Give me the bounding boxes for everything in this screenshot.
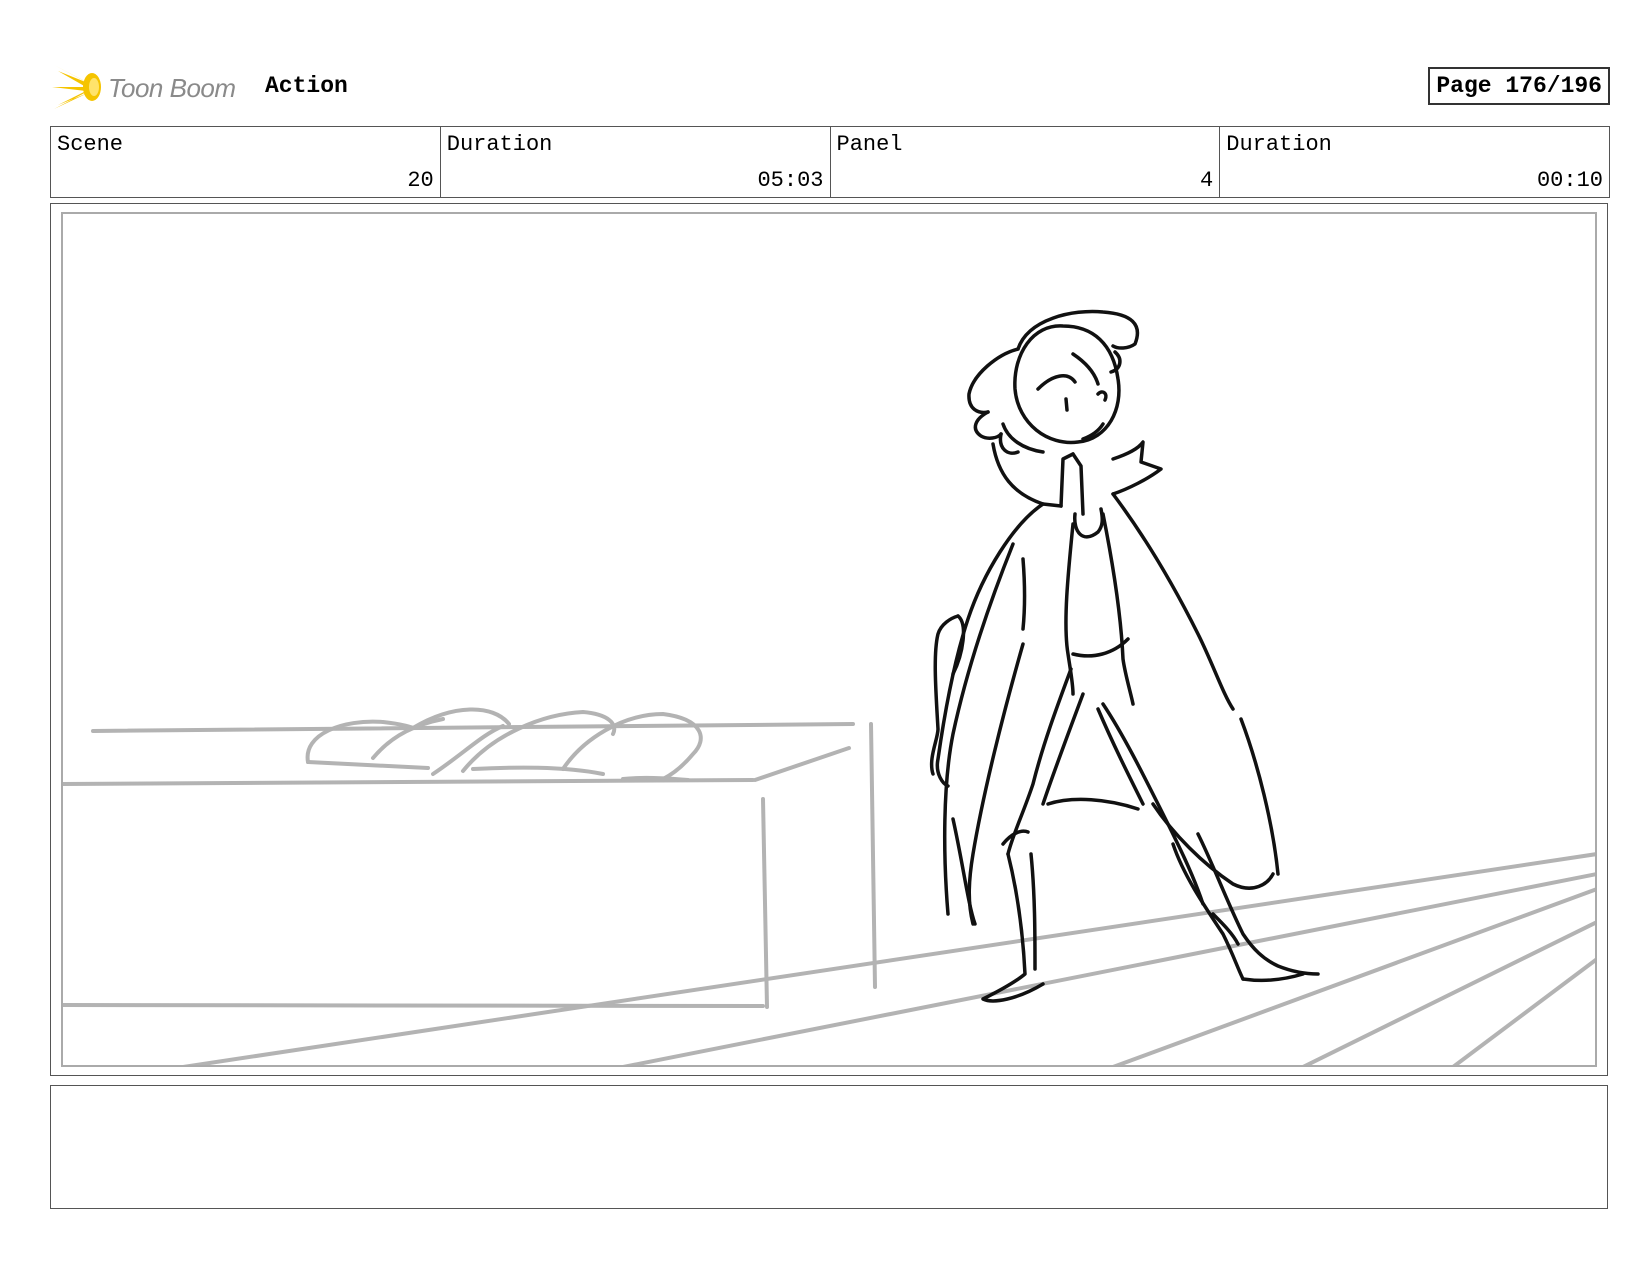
- panel-label: Panel: [836, 132, 903, 157]
- panel-duration-cell: Duration 00:10: [1220, 127, 1609, 197]
- scene-duration-label: Duration: [446, 132, 553, 157]
- scene-value: 20: [407, 168, 434, 193]
- page-title: Action: [265, 73, 348, 99]
- page-number: Page 176/196: [1428, 67, 1610, 105]
- panel-duration-label: Duration: [1226, 132, 1332, 157]
- background-sketch: [63, 707, 1595, 1065]
- scene-cell: Scene 20: [51, 127, 441, 197]
- starburst-icon: [52, 65, 101, 109]
- logo-text: Toon Boom: [108, 73, 236, 103]
- panel-info-table: Scene 20 Duration 05:03 Panel 4 Duration…: [50, 126, 1610, 198]
- panel-image-area: [61, 212, 1597, 1067]
- page-header: Toon Boom Action Page 176/196: [50, 55, 1610, 115]
- scene-label: Scene: [57, 132, 124, 157]
- storyboard-panel: [50, 203, 1608, 1076]
- scene-duration-cell: Duration 05:03: [441, 127, 831, 197]
- panel-notes-box: [50, 1085, 1608, 1209]
- scene-duration-value: 05:03: [757, 168, 824, 193]
- panel-cell: Panel 4: [831, 127, 1221, 197]
- panel-duration-value: 00:10: [1536, 168, 1603, 193]
- panel-value: 4: [1200, 168, 1214, 193]
- character-sketch: [929, 309, 1320, 1003]
- panel-sketch: [63, 309, 1595, 1065]
- toon-boom-logo: Toon Boom: [50, 59, 250, 113]
